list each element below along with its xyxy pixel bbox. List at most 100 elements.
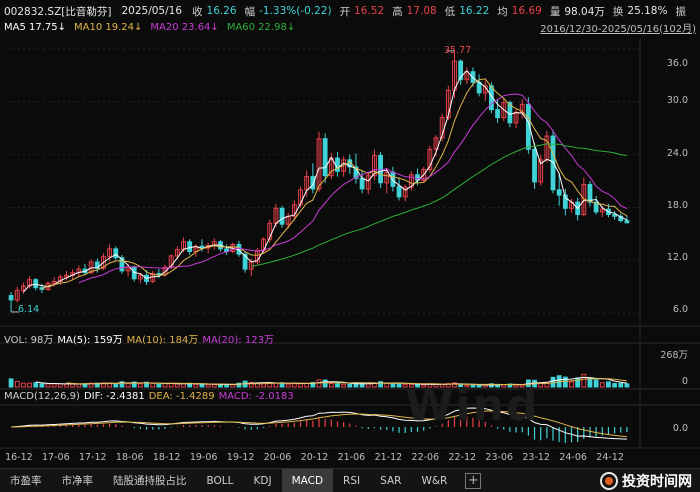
- volume-bar: [341, 383, 347, 388]
- volume-bar: [174, 383, 180, 388]
- x-tick-label: 23-06: [485, 452, 514, 463]
- max-price-label: 35.77: [444, 45, 472, 56]
- y-tick-36: 36.0: [666, 58, 688, 69]
- volume-bar: [8, 378, 14, 388]
- volume-bar: [14, 380, 20, 388]
- x-tick-label: 16-12: [5, 452, 33, 463]
- candle-body: [187, 241, 193, 252]
- candle-body: [624, 220, 630, 224]
- x-tick-label: 18-12: [152, 452, 181, 463]
- volume-bar: [593, 379, 599, 388]
- volume-bar: [162, 383, 168, 388]
- candle-body: [532, 148, 537, 183]
- x-tick-label: 23-12: [522, 452, 550, 463]
- candle-body: [113, 248, 119, 259]
- volume-bar: [125, 383, 131, 388]
- candle-body: [396, 185, 402, 198]
- volume-bar: [384, 382, 390, 388]
- tab-pb[interactable]: 市净率: [52, 469, 104, 492]
- volume-bar: [76, 383, 82, 388]
- volume-bar: [612, 383, 618, 388]
- macd-y-zero: 0.0: [672, 423, 688, 434]
- volume-bar: [581, 373, 587, 388]
- candle-body: [612, 213, 618, 217]
- volume-bar: [618, 382, 624, 388]
- volume-bar: [328, 383, 334, 388]
- brand-name: 投资时间网: [622, 473, 692, 490]
- volume-bar: [211, 384, 217, 388]
- volume-bar: [51, 383, 57, 388]
- vol-y-top: 268万: [660, 350, 688, 361]
- vol-ma20: MA(20): 123万: [202, 335, 274, 346]
- vol-y-bottom: 0: [681, 376, 688, 387]
- macd-header: MACD(12,26,9) DIF: -2.4381 DEA: -1.4289 …: [4, 391, 294, 402]
- volume-bar: [291, 383, 297, 388]
- x-tick-label: 24-12: [596, 452, 624, 463]
- candle-body: [33, 279, 39, 289]
- ma20-line: [78, 93, 628, 284]
- x-tick-label: 19-12: [226, 452, 255, 463]
- x-tick-label: 21-12: [374, 452, 403, 463]
- candle-body: [390, 171, 396, 187]
- kline-chart[interactable]: [0, 0, 700, 452]
- x-tick-label: 22-12: [448, 452, 477, 463]
- y-tick-24: 24.0: [666, 148, 688, 159]
- x-tick-label: 18-06: [115, 452, 144, 463]
- candle-body: [156, 273, 162, 276]
- tab-rsi[interactable]: RSI: [333, 469, 370, 492]
- volume-bar: [335, 383, 340, 388]
- volume-bar: [27, 382, 32, 388]
- volume-bar: [205, 384, 211, 388]
- volume-bar: [199, 383, 205, 388]
- candle-body: [359, 177, 365, 190]
- volume-bar: [624, 383, 630, 388]
- volume-bar: [599, 382, 605, 388]
- tab-boll[interactable]: BOLL: [197, 469, 244, 492]
- brand: 投资时间网: [600, 471, 692, 491]
- volume-bar: [378, 381, 383, 388]
- macd-value: MACD: -2.0183: [218, 391, 294, 402]
- y-tick-6: 6.0: [672, 304, 688, 315]
- volume-bar: [193, 383, 199, 388]
- x-tick-label: 22-06: [411, 452, 440, 463]
- volume-bar: [285, 383, 291, 388]
- volume-bar: [569, 381, 574, 388]
- tab-sar[interactable]: SAR: [370, 469, 411, 492]
- tab-kdj[interactable]: KDJ: [243, 469, 281, 492]
- volume-bar: [230, 384, 236, 388]
- candle-body: [322, 138, 328, 177]
- vol-header: VOL: 98万 MA(5): 159万 MA(10): 184万 MA(20)…: [4, 331, 274, 346]
- x-tick-label: 21-06: [337, 452, 366, 463]
- ma60-line: [251, 143, 627, 267]
- volume-bar: [347, 383, 353, 388]
- x-tick-label: 17-12: [78, 452, 107, 463]
- candle-body: [495, 109, 501, 119]
- volume-bar: [606, 381, 611, 388]
- tab-pe[interactable]: 市盈率: [0, 469, 52, 492]
- macd-dea: DEA: -1.4289: [148, 391, 215, 402]
- volume-bar: [365, 383, 371, 388]
- min-price-label: 6.14: [18, 304, 40, 315]
- y-tick-30: 30.0: [666, 95, 688, 106]
- volume-bar: [562, 376, 568, 388]
- x-tick-label: 20-06: [263, 452, 292, 463]
- volume-bar: [575, 377, 581, 388]
- add-indicator-button[interactable]: +: [465, 472, 482, 489]
- x-tick-label: 24-06: [559, 452, 587, 463]
- candle-body: [587, 184, 593, 203]
- x-tick-label: 20-12: [300, 452, 329, 463]
- volume-bar: [39, 383, 45, 388]
- brand-logo-icon: [600, 471, 618, 490]
- y-tick-12: 12.0: [666, 252, 688, 263]
- tab-macd[interactable]: MACD: [281, 468, 334, 492]
- tab-wr[interactable]: W&R: [411, 469, 457, 492]
- candle-body: [378, 154, 383, 184]
- tab-northbound[interactable]: 陆股通持股占比: [103, 469, 197, 492]
- x-tick-label: 19-06: [189, 452, 218, 463]
- volume-bar: [57, 383, 63, 388]
- vol-ma5: MA(5): 159万: [57, 335, 123, 346]
- vol-ma10: MA(10): 184万: [126, 335, 199, 346]
- macd-dif: DIF: -2.4381: [83, 391, 145, 402]
- candle-body: [8, 295, 14, 301]
- volume-bar: [261, 383, 266, 388]
